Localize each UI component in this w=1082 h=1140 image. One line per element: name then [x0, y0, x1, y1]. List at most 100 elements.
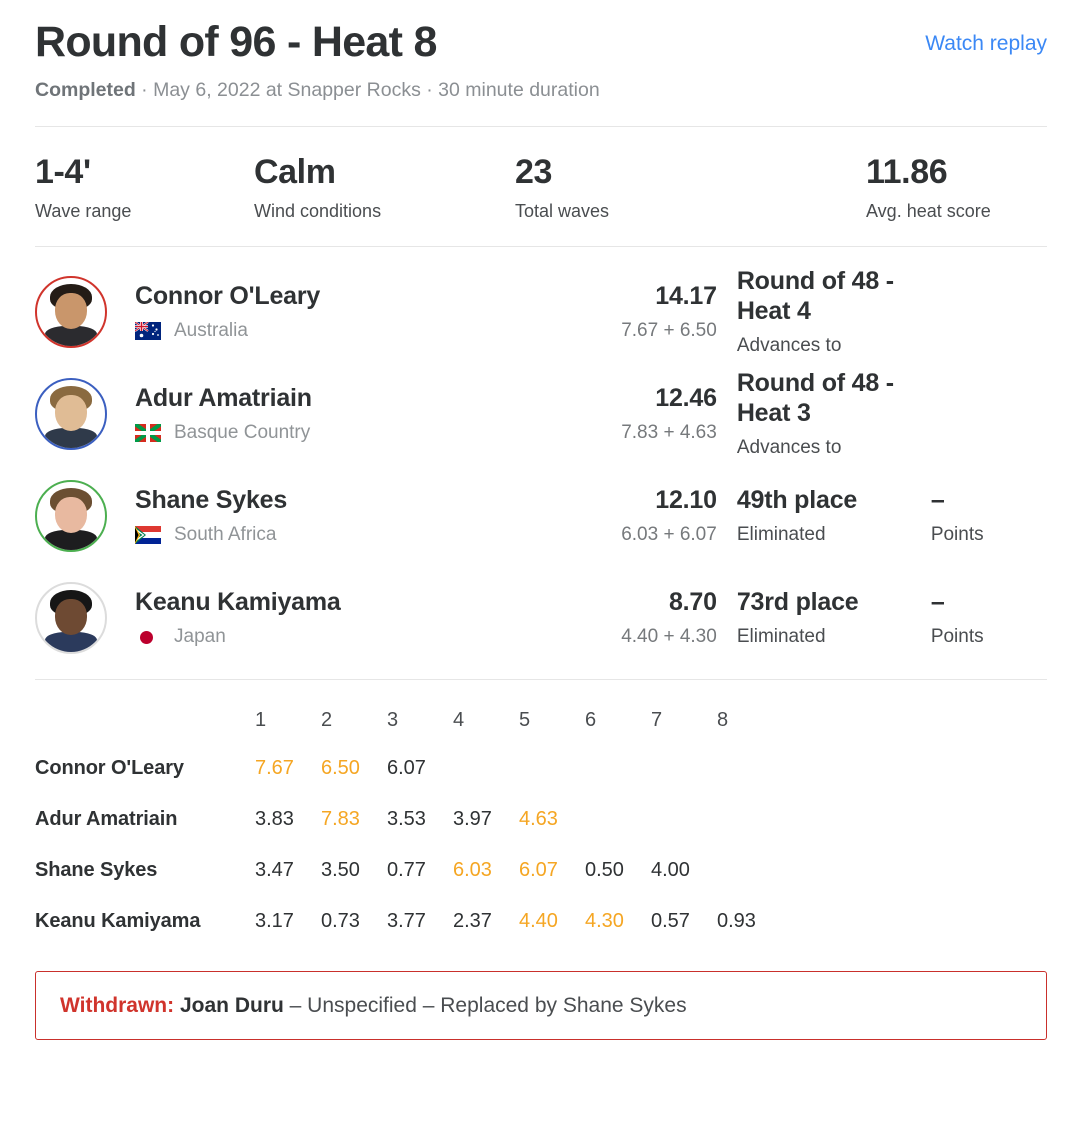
athlete-country: Basque Country	[135, 422, 515, 444]
placement-sub: Advances to	[736, 335, 842, 357]
status-badge: Completed	[35, 79, 136, 102]
stat-total-waves: 23 Total waves	[435, 153, 696, 222]
score-col: 8.70 4.40 + 4.30	[515, 587, 717, 648]
country-label: Basque Country	[174, 422, 311, 444]
wave-header-6: 6	[585, 708, 597, 731]
athlete-row[interactable]: Keanu Kamiyama Japan 8.70 4.40 + 4.30 73…	[35, 567, 1047, 669]
stat-wind-conditions: Calm Wind conditions	[216, 153, 435, 222]
stat-label: Wave range	[35, 200, 132, 221]
score-breakdown: 4.40 + 4.30	[621, 626, 717, 648]
wave-scores-table: 1 2 3 4 5 6 7 8 Connor O'Leary 7.67 6.50…	[35, 698, 783, 947]
wave-score: 6.07	[387, 756, 426, 779]
wave-row-name: Adur Amatriain	[35, 807, 178, 830]
placement-sub: Advances to	[736, 437, 842, 459]
wave-score: 0.57	[651, 909, 690, 932]
wave-header-7: 7	[651, 708, 663, 731]
wave-score: 0.93	[717, 909, 756, 932]
au-flag-icon	[135, 322, 161, 341]
watch-replay-link[interactable]: Watch replay	[925, 18, 1047, 56]
avatar	[35, 479, 107, 552]
wave-score	[651, 743, 717, 794]
placement-sub: Eliminated	[736, 626, 826, 648]
avatar	[35, 377, 107, 450]
score-breakdown: 7.67 + 6.50	[621, 320, 717, 342]
score-total: 14.17	[655, 282, 717, 311]
wave-score: 4.30	[585, 909, 624, 932]
basque-flag-icon	[135, 424, 161, 443]
stat-label: Avg. heat score	[866, 200, 991, 221]
wave-score: 6.07	[519, 858, 558, 881]
wave-score	[717, 743, 783, 794]
title-row: Round of 96 - Heat 8 Watch replay	[35, 18, 1047, 66]
wave-score: 6.50	[321, 756, 360, 779]
score-total: 12.10	[655, 486, 717, 515]
wave-header-8: 8	[717, 708, 729, 731]
za-flag-icon	[135, 526, 161, 545]
wave-row-name: Connor O'Leary	[35, 756, 184, 779]
athlete-country: Australia	[135, 320, 515, 342]
withdrawn-notice-wrap: Withdrawn: Joan Duru – Unspecified – Rep…	[0, 947, 1082, 1062]
points-col	[929, 307, 1047, 316]
placement-main: 49th place	[736, 486, 858, 515]
country-label: South Africa	[174, 524, 277, 546]
wave-score: 4.63	[519, 807, 558, 830]
stats-row: 1-4' Wave range Calm Wind conditions 23 …	[0, 127, 1082, 246]
table-row: Adur Amatriain 3.83 7.83 3.53 3.97 4.63	[35, 794, 783, 845]
wave-scores-section: 1 2 3 4 5 6 7 8 Connor O'Leary 7.67 6.50…	[0, 680, 1082, 947]
wave-score: 3.83	[255, 807, 294, 830]
wave-score: 4.00	[651, 858, 690, 881]
wave-table-header: 1 2 3 4 5 6 7 8	[35, 698, 783, 743]
country-label: Australia	[174, 320, 248, 342]
stat-value: 23	[515, 152, 553, 191]
stat-avg-heat-score: 11.86 Avg. heat score	[696, 153, 1047, 222]
heat-result-page: Round of 96 - Heat 8 Watch replay Comple…	[0, 0, 1082, 1140]
points-label: Points	[930, 524, 984, 546]
wave-header-1: 1	[255, 708, 267, 731]
placement-main: Round of 48 - Heat 3	[736, 369, 894, 428]
placement-main: Round of 48 - Heat 4	[736, 267, 894, 326]
score-breakdown: 6.03 + 6.07	[621, 524, 717, 546]
points-col	[929, 409, 1047, 418]
stat-label: Wind conditions	[254, 200, 382, 221]
wave-score	[585, 794, 651, 845]
stat-value: 1-4'	[35, 152, 91, 191]
score-total: 12.46	[655, 384, 717, 413]
athlete-row[interactable]: Connor O'Leary Australia 14.17 7.67 + 6.…	[35, 261, 1047, 363]
wave-table-body: Connor O'Leary 7.67 6.50 6.07 Adur Amatr…	[35, 743, 783, 947]
athlete-list: Connor O'Leary Australia 14.17 7.67 + 6.…	[0, 247, 1082, 679]
athlete-info: Adur Amatriain Basque Country	[135, 383, 515, 444]
points-label: Points	[930, 626, 984, 648]
wave-score: 0.73	[321, 909, 360, 932]
wave-score: 7.83	[321, 807, 360, 830]
country-label: Japan	[174, 626, 226, 648]
athlete-row[interactable]: Adur Amatriain Basque Country 12.46 7.83…	[35, 363, 1047, 465]
wave-row-name: Keanu Kamiyama	[35, 909, 201, 932]
placement-col: Round of 48 - Heat 3 Advances to	[717, 368, 929, 459]
wave-header-2: 2	[321, 708, 333, 731]
page-header: Round of 96 - Heat 8 Watch replay Comple…	[0, 0, 1082, 104]
athlete-country: South Africa	[135, 524, 515, 546]
wave-score: 3.77	[387, 909, 426, 932]
placement-col: 73rd place Eliminated	[717, 587, 929, 648]
withdrawn-notice: Withdrawn: Joan Duru – Unspecified – Rep…	[35, 970, 1047, 1040]
avatar	[35, 275, 107, 348]
table-row: Keanu Kamiyama 3.17 0.73 3.77 2.37 4.40 …	[35, 896, 783, 947]
wave-score: 3.53	[387, 807, 426, 830]
jp-flag-icon	[135, 628, 161, 646]
page-title: Round of 96 - Heat 8	[35, 18, 437, 66]
stat-label: Total waves	[515, 200, 610, 221]
wave-score: 3.47	[255, 858, 294, 881]
table-row: Connor O'Leary 7.67 6.50 6.07	[35, 743, 783, 794]
wave-score	[453, 743, 519, 794]
wave-score	[717, 845, 783, 896]
stat-value: Calm	[254, 152, 336, 191]
athlete-row[interactable]: Shane Sykes South Africa 12.10 6.03 + 6.…	[35, 465, 1047, 567]
wave-score: 7.67	[255, 756, 294, 779]
points-col: – Points	[929, 485, 1047, 546]
wave-score	[651, 794, 717, 845]
wave-score	[717, 794, 783, 845]
wave-score	[519, 743, 585, 794]
wave-header-3: 3	[387, 708, 399, 731]
wave-score: 2.37	[453, 909, 492, 932]
athlete-info: Keanu Kamiyama Japan	[135, 587, 515, 648]
